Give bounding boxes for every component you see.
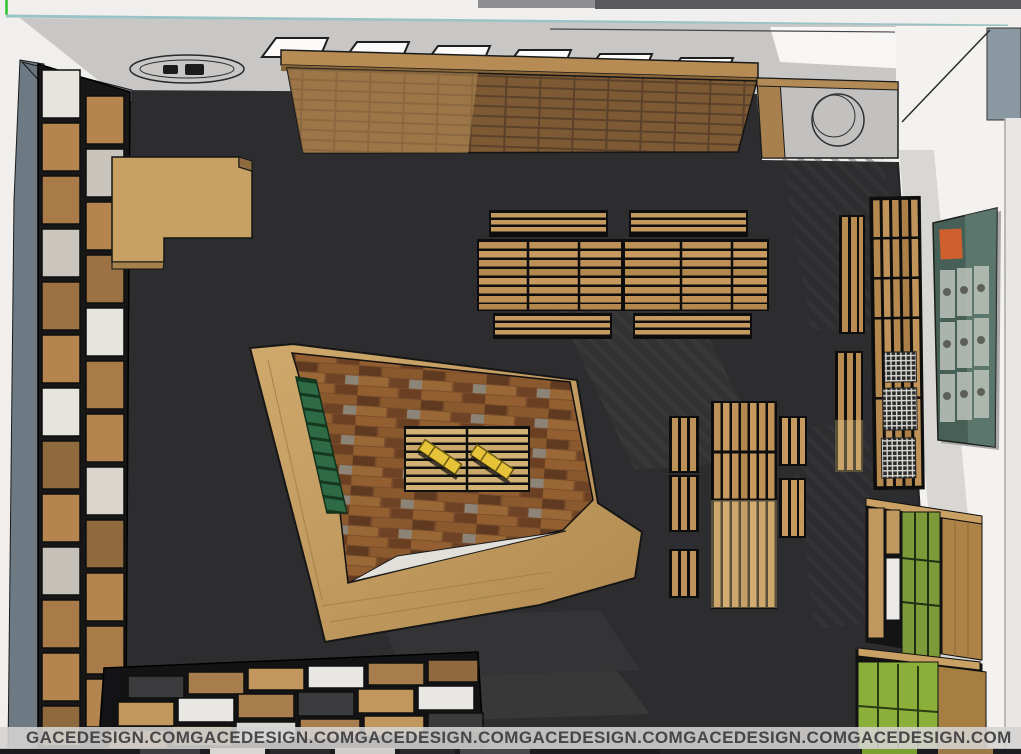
watermark-text: GACEDESIGN.COM <box>847 728 1011 748</box>
render-canvas: GACEDESIGN.COM GACEDESIGN.COM GACEDESIGN… <box>0 0 1021 754</box>
spotlight-icon <box>163 65 178 74</box>
watermark-text: GACEDESIGN.COM <box>26 728 190 748</box>
ceiling-unit-with-fan <box>757 78 898 158</box>
watermark-text: GACEDESIGN.COM <box>355 728 519 748</box>
slat-table-long-vertical <box>711 401 777 609</box>
interior-render <box>0 0 1021 754</box>
slat-bench <box>493 313 612 339</box>
watermark-text: GACEDESIGN.COM <box>683 728 847 748</box>
platform-slat-mat <box>404 426 530 492</box>
watermark-bar: GACEDESIGN.COM GACEDESIGN.COM GACEDESIGN… <box>0 727 1021 749</box>
watermark-text: GACEDESIGN.COM <box>519 728 683 748</box>
slat-table-long <box>477 239 769 311</box>
locker-doors-upper <box>902 512 940 658</box>
locker-side-wood <box>942 518 982 660</box>
right-wall-top-panel <box>987 28 1021 120</box>
slat-bench <box>629 210 748 237</box>
slat-bench <box>633 313 752 339</box>
wire-basket <box>881 438 916 478</box>
wire-basket <box>884 352 916 382</box>
top-edge-strips <box>478 0 1021 9</box>
slatted-wood-canopy <box>281 50 758 153</box>
watermark-text: GACEDESIGN.COM <box>190 728 354 748</box>
slat-bench <box>489 210 608 237</box>
wire-basket <box>883 388 918 430</box>
poster-orange-block <box>939 228 963 259</box>
spotlight-icon <box>185 64 204 75</box>
slat-display-unit <box>870 197 924 490</box>
green-locker-cabinets <box>856 498 986 754</box>
right-edge-strip <box>1005 118 1021 754</box>
wall-poster <box>933 208 1001 450</box>
